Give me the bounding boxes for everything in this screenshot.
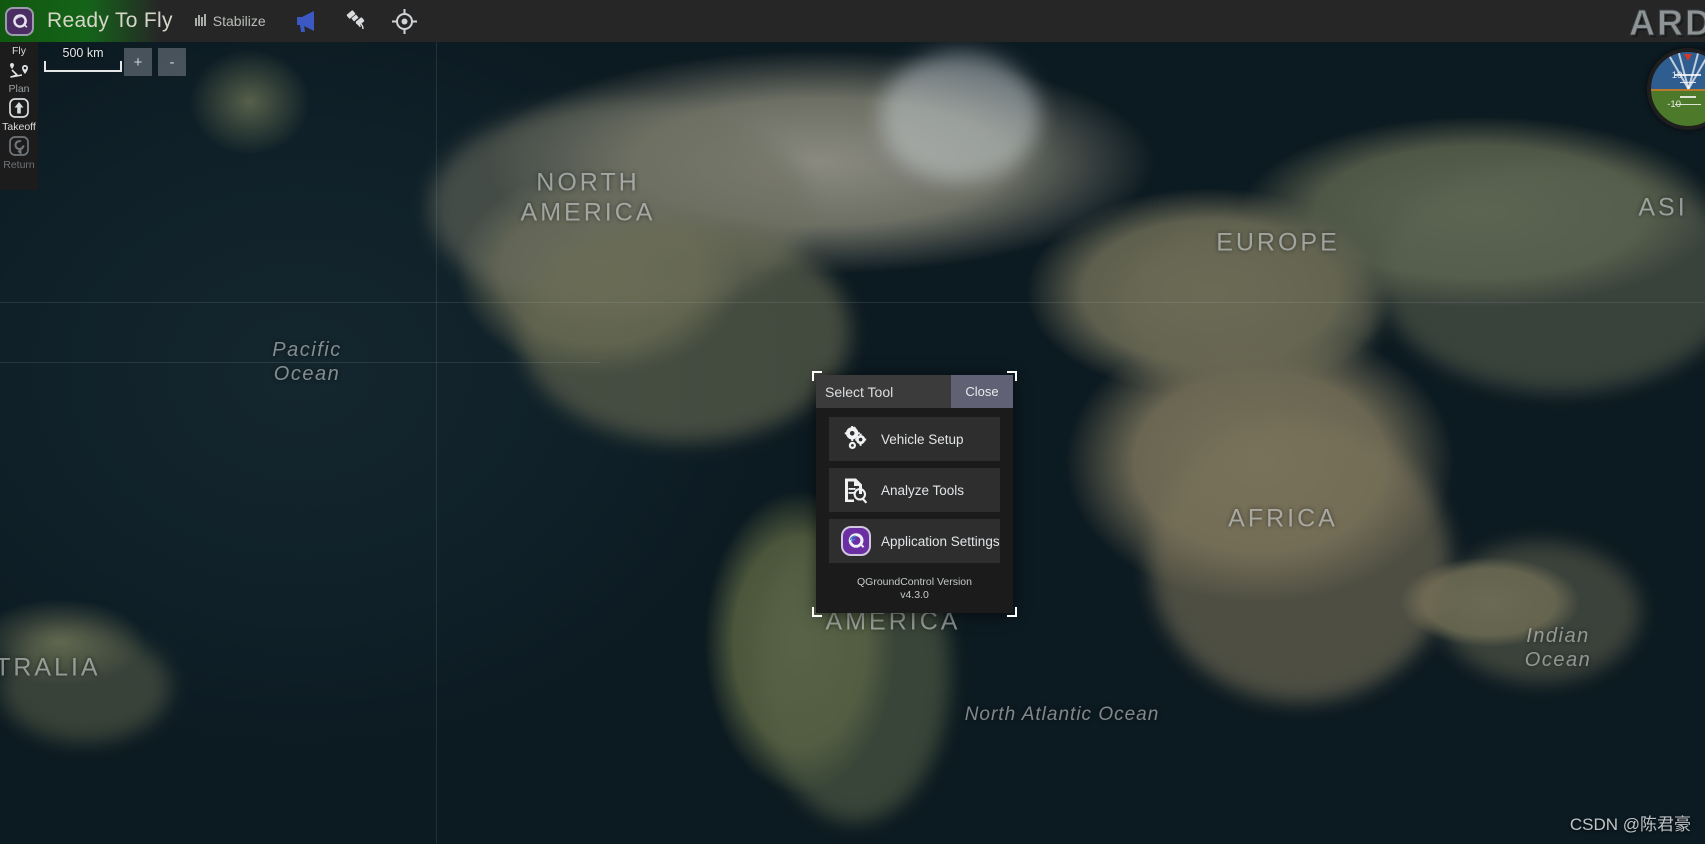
megaphone-icon[interactable] — [294, 9, 322, 33]
toolstrip-item-return[interactable]: Return — [0, 134, 38, 172]
qgroundcontrol-logo-icon[interactable] — [5, 6, 34, 36]
toolstrip-label-fly: Fly — [12, 45, 26, 57]
toolstrip-label-takeoff: Takeoff — [2, 121, 36, 133]
dialog-header: Select Tool Close — [816, 375, 1013, 408]
crosshair-target-icon[interactable] — [391, 8, 417, 34]
menu-item-analyze-tools[interactable]: Analyze Tools — [829, 468, 1000, 512]
resize-handle-top-right[interactable] — [1007, 371, 1017, 381]
toolstrip-item-takeoff[interactable]: Takeoff — [0, 96, 38, 134]
close-button[interactable]: Close — [951, 375, 1013, 408]
landmass-shape — [880, 52, 1040, 182]
landmass-shape — [0, 632, 170, 742]
map-gridline — [0, 362, 600, 363]
vehicle-status-text: Ready To Fly — [47, 9, 173, 32]
toolstrip-item-fly[interactable]: Fly — [0, 44, 38, 58]
pitch-tick — [1680, 96, 1696, 98]
takeoff-arrow-icon — [8, 96, 30, 120]
map-label: North Atlantic Ocean — [964, 704, 1160, 725]
left-tool-strip: Fly Plan Takeoff Return — [0, 42, 38, 190]
dialog-title: Select Tool — [825, 383, 894, 400]
landmass-shape — [430, 102, 810, 312]
select-tool-dialog: Select Tool Close Vehicle Setup Analyze … — [812, 371, 1017, 617]
map-gridline — [436, 42, 437, 844]
map-scale-bar: 500 km — [44, 46, 122, 72]
toolstrip-label-plan: Plan — [8, 83, 30, 95]
zoom-in-button[interactable]: + — [124, 48, 152, 76]
satellite-icon[interactable] — [344, 9, 370, 33]
ardupilot-brand-logo: ARD — [1629, 2, 1705, 44]
landmass-shape — [520, 222, 850, 442]
qgroundcontrol-window: NORTH AMERICAEUROPEASIAFRICASOUTH AMERIC… — [0, 0, 1705, 844]
gears-icon — [841, 426, 871, 452]
map-scale-label: 500 km — [62, 46, 104, 60]
qgroundcontrol-logo-icon — [841, 526, 871, 556]
resize-handle-bottom-right[interactable] — [1007, 607, 1017, 617]
map-label: Indian Ocean — [1524, 625, 1592, 671]
map-scale-ruler — [44, 61, 122, 72]
top-toolbar: Ready To Fly Stabilize ARD — [0, 0, 1705, 44]
resize-handle-bottom-left[interactable] — [812, 607, 822, 617]
landmass-shape — [1440, 542, 1640, 682]
menu-label-analyze-tools: Analyze Tools — [881, 482, 965, 498]
landmass-shape — [1380, 162, 1705, 392]
flight-mode-label: Stabilize — [212, 13, 266, 29]
flight-mode-selector[interactable]: Stabilize — [194, 13, 266, 29]
toolstrip-label-return: Return — [3, 159, 35, 171]
pitch-down-label: -10 — [1667, 99, 1681, 111]
horizon-line — [1651, 89, 1705, 91]
version-number: v4.3.0 — [900, 589, 929, 601]
watermark-text: CSDN @陈君豪 — [1569, 815, 1691, 834]
resize-handle-top-left[interactable] — [812, 371, 822, 381]
toolbar-indicator-group — [294, 8, 417, 34]
map-label: EUROPE — [1216, 228, 1340, 257]
landmass-shape — [1120, 222, 1380, 392]
version-label: QGroundControl Version — [857, 576, 972, 588]
dialog-body: Vehicle Setup Analyze Tools Application … — [816, 408, 1013, 563]
map-label: NORTH AMERICA — [520, 168, 656, 227]
version-info: QGroundControl Version v4.3.0 — [816, 570, 1013, 613]
landmass-shape — [1150, 422, 1450, 702]
menu-label-vehicle-setup: Vehicle Setup — [881, 431, 964, 447]
return-home-icon — [8, 134, 30, 158]
roll-pointer-icon — [1684, 54, 1692, 61]
menu-item-application-settings[interactable]: Application Settings — [829, 519, 1000, 563]
map-label: ASI — [1638, 193, 1688, 222]
zoom-out-button[interactable]: - — [158, 48, 186, 76]
map-gridline — [0, 302, 1705, 303]
menu-item-vehicle-setup[interactable]: Vehicle Setup — [829, 417, 1000, 461]
toolstrip-item-plan[interactable]: Plan — [0, 58, 38, 96]
signal-bars-icon — [194, 13, 208, 29]
map-label: STRALIA — [0, 653, 101, 682]
map-label: AFRICA — [1228, 504, 1338, 533]
waypoint-path-icon — [6, 58, 32, 82]
menu-label-application-settings: Application Settings — [881, 533, 1000, 549]
document-magnifier-icon — [841, 477, 871, 504]
